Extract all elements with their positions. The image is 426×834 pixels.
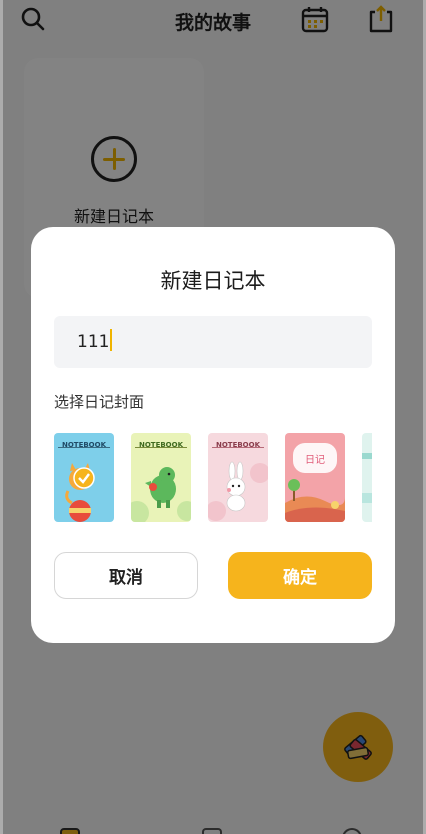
notebook-name-input[interactable]: 111 bbox=[54, 316, 372, 368]
cover-option-bunny[interactable]: NOTEBOOK bbox=[208, 433, 268, 522]
screen-edge-left bbox=[0, 0, 3, 834]
text-caret bbox=[110, 329, 113, 351]
cover-notebook-text: NOTEBOOK bbox=[215, 441, 261, 449]
confirm-button[interactable]: 确定 bbox=[228, 552, 372, 599]
cover-notebook-text: NOTEBOOK bbox=[138, 441, 184, 449]
notebook-name-value: 111 bbox=[77, 332, 110, 352]
cover-option-cat[interactable]: NOTEBOOK bbox=[54, 433, 114, 522]
dialog-title: 新建日记本 bbox=[160, 269, 266, 293]
cover-notebook-text: NOTEBOOK bbox=[61, 441, 107, 449]
cover-option-dinosaur[interactable]: NOTEBOOK bbox=[131, 433, 191, 522]
cover-section-label: 选择日记封面 bbox=[54, 393, 145, 411]
cover-option-hills[interactable]: 日记 bbox=[285, 433, 345, 522]
cover-option-partial[interactable] bbox=[362, 433, 372, 522]
cover-list[interactable]: NOTEBOOK NOTEBOOK NOTEBOOK 日记 bbox=[54, 433, 372, 523]
selected-check-icon bbox=[73, 467, 95, 489]
new-notebook-dialog: 新建日记本 111 选择日记封面 NOTEBOOK NOTEBOOK NOTEB… bbox=[31, 227, 395, 643]
cancel-button[interactable]: 取消 bbox=[54, 552, 198, 599]
cover-diary-text: 日记 bbox=[305, 455, 325, 466]
